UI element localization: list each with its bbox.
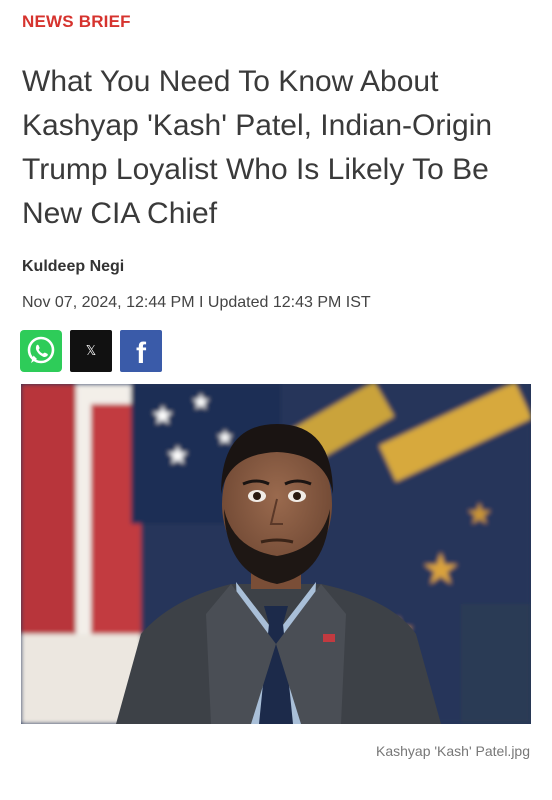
- facebook-icon: f: [136, 337, 146, 370]
- image-caption: Kashyap 'Kash' Patel.jpg: [376, 743, 530, 759]
- svg-text:★: ★: [151, 400, 174, 430]
- article-headline: What You Need To Know About Kashyap 'Kas…: [22, 65, 493, 230]
- article-photo: ★ ★ ★ ★ ★ ★ ★ ★: [21, 384, 531, 724]
- svg-text:★: ★: [421, 545, 460, 594]
- svg-text:★: ★: [191, 389, 211, 414]
- article-dateline: Nov 07, 2024, 12:44 PM I Updated 12:43 P…: [22, 294, 371, 311]
- facebook-share-button[interactable]: f: [120, 330, 162, 372]
- author-name[interactable]: Kuldeep Negi: [22, 258, 124, 276]
- svg-text:★: ★: [216, 427, 234, 449]
- whatsapp-icon: [27, 336, 55, 364]
- svg-text:★: ★: [466, 498, 493, 531]
- section-kicker: NEWS BRIEF: [22, 12, 131, 31]
- whatsapp-share-button[interactable]: [20, 330, 62, 372]
- x-icon: 𝕏: [85, 343, 97, 359]
- svg-text:★: ★: [166, 440, 189, 470]
- x-share-button[interactable]: 𝕏: [70, 330, 112, 372]
